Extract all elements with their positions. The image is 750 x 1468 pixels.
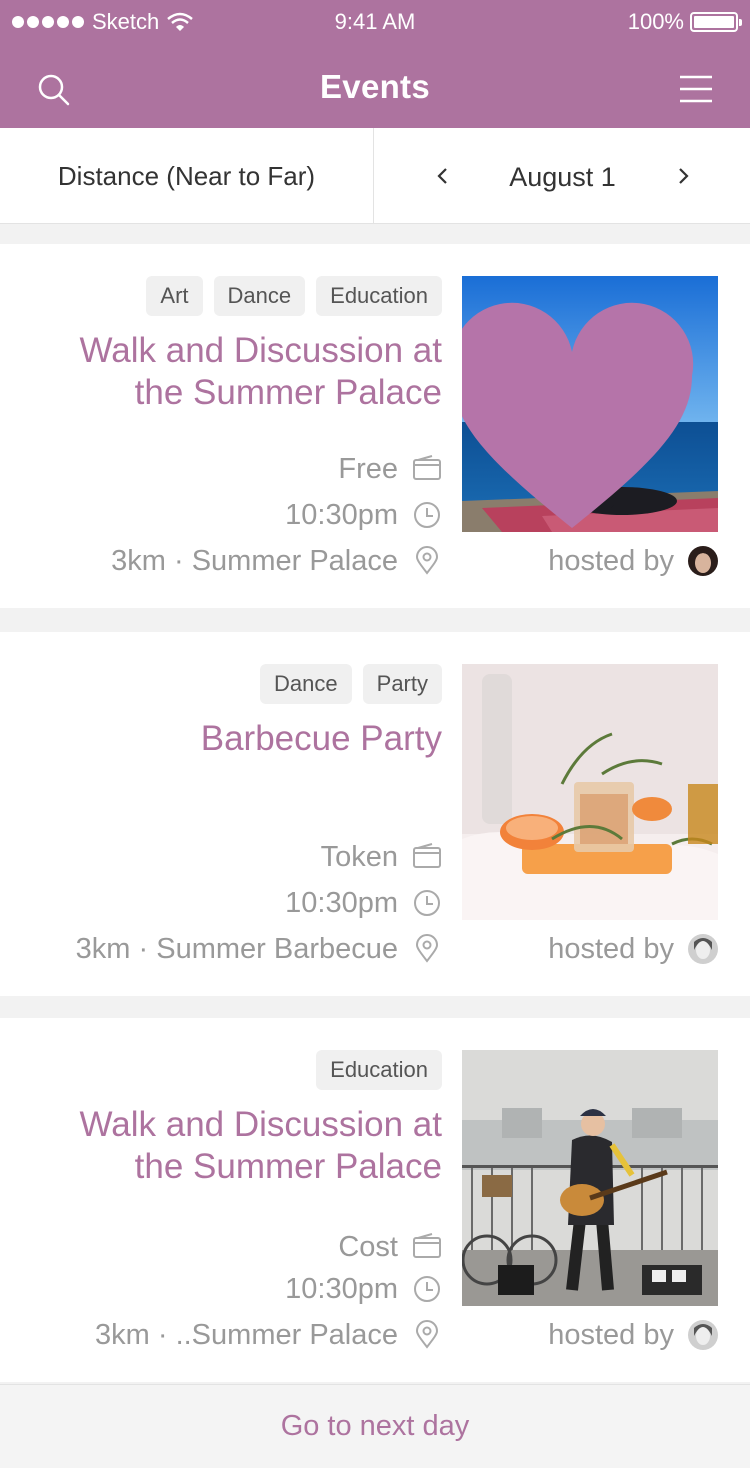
location-label: 3km · Summer Palace <box>111 544 398 577</box>
time-label: 10:30pm <box>285 1272 398 1305</box>
battery-indicator: 100% <box>627 9 742 35</box>
location-pin-icon <box>415 934 439 963</box>
host-avatar[interactable] <box>688 934 718 964</box>
location-pin-icon <box>415 1320 439 1349</box>
wallet-icon <box>413 843 441 868</box>
chevron-right-icon[interactable] <box>671 164 695 188</box>
hosted-by-label: hosted by <box>548 932 674 965</box>
event-tag[interactable]: Art <box>146 276 203 316</box>
host-avatar[interactable] <box>688 546 718 576</box>
filter-bar: Distance (Near to Far) August 1 <box>0 128 750 224</box>
event-tags: Education <box>316 1050 442 1090</box>
time-label: 10:30pm <box>285 498 398 531</box>
event-location: 3km · ..Summer Palace <box>95 1318 442 1352</box>
event-card[interactable]: Dance Party Barbecue Party Token 10:30pm… <box>0 632 750 996</box>
host-info[interactable]: hosted by <box>548 544 718 578</box>
price-label: Token <box>320 840 398 873</box>
event-image-musician[interactable] <box>462 1050 718 1306</box>
menu-icon[interactable] <box>678 74 714 104</box>
sort-button[interactable]: Distance (Near to Far) <box>0 128 374 224</box>
event-image-yoga[interactable] <box>462 276 718 532</box>
event-location: 3km · Summer Barbecue <box>76 932 442 966</box>
wallet-icon <box>413 455 441 480</box>
event-title[interactable]: Walk and Discussion at the Summer Palace <box>22 1104 442 1188</box>
event-tag[interactable]: Dance <box>213 276 306 316</box>
next-day-button[interactable]: Go to next day <box>0 1384 750 1468</box>
wallet-icon <box>413 1233 441 1258</box>
location-label: 3km · Summer Barbecue <box>75 932 398 965</box>
hosted-by-label: hosted by <box>548 544 674 577</box>
page-title: Events <box>319 68 431 105</box>
host-info[interactable]: hosted by <box>548 932 718 966</box>
clock-icon <box>414 890 440 916</box>
event-title[interactable]: Walk and Discussion at the Summer Palace <box>22 330 442 414</box>
date-navigator: August 1 <box>375 128 750 224</box>
event-price: Token <box>321 840 442 874</box>
price-label: Cost <box>338 1230 398 1263</box>
event-time: 10:30pm <box>285 886 442 920</box>
price-label: Free <box>338 452 398 485</box>
battery-icon <box>690 12 742 32</box>
event-tag[interactable]: Dance <box>260 664 352 704</box>
status-bar: Sketch 9:41 AM 100% <box>0 0 750 44</box>
event-tag[interactable]: Education <box>316 276 442 316</box>
event-location: 3km · Summer Palace <box>111 544 442 578</box>
event-tags: Art Dance Education <box>146 276 442 316</box>
event-tag[interactable]: Education <box>316 1050 442 1090</box>
app-header: Sketch 9:41 AM 100% Events <box>0 0 750 128</box>
clock-icon <box>414 1276 440 1302</box>
event-title[interactable]: Barbecue Party <box>22 718 442 760</box>
event-time: 10:30pm <box>285 498 442 532</box>
location-label: 3km · ..Summer Palace <box>95 1318 398 1351</box>
clock-icon <box>414 502 440 528</box>
event-card[interactable]: Education Walk and Discussion at the Sum… <box>0 1018 750 1382</box>
event-image-barbecue[interactable] <box>462 664 718 920</box>
battery-percent: 100% <box>627 9 684 34</box>
time-label: 10:30pm <box>285 886 398 919</box>
event-price: Free <box>338 452 442 486</box>
host-avatar[interactable] <box>688 1320 718 1350</box>
hosted-by-label: hosted by <box>548 1318 674 1351</box>
location-pin-icon <box>415 546 439 575</box>
event-card[interactable]: Art Dance Education Walk and Discussion … <box>0 244 750 608</box>
host-info[interactable]: hosted by <box>548 1318 718 1352</box>
heart-icon[interactable] <box>462 296 700 532</box>
event-time: 10:30pm <box>285 1272 442 1306</box>
event-tag[interactable]: Party <box>362 664 442 704</box>
event-price: Cost <box>338 1230 442 1264</box>
event-tags: Dance Party <box>260 664 442 704</box>
